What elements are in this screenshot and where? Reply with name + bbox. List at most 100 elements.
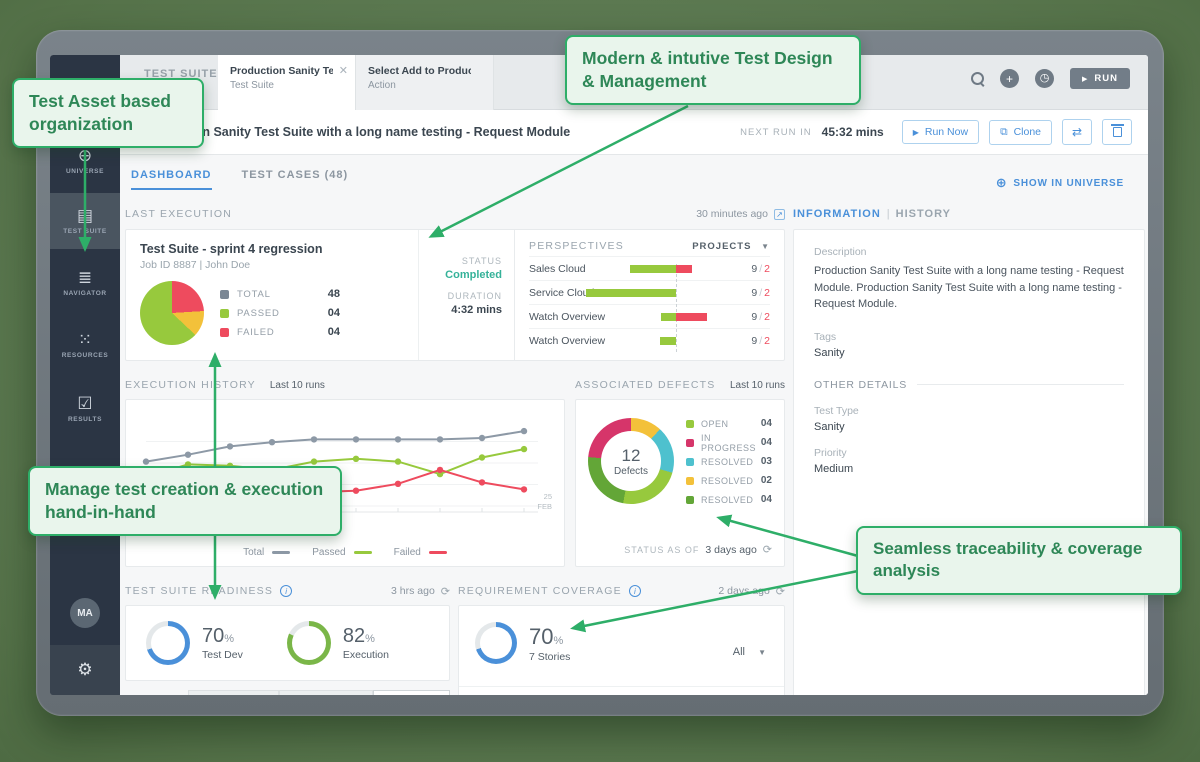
- readiness-card: 70% Test Dev 82% Execution: [125, 605, 450, 681]
- callout-manage-test: Manage test creation & execution hand-in…: [28, 466, 342, 537]
- tags-value: Sanity: [814, 346, 845, 359]
- refresh-icon[interactable]: ⟳: [441, 585, 450, 598]
- coverage-ring: [475, 622, 517, 664]
- perspective-row[interactable]: Sales Cloud 9/2: [529, 256, 770, 280]
- tab-subtitle: Test Suite: [230, 80, 274, 91]
- clock-icon[interactable]: ◷: [1035, 69, 1055, 88]
- tab-production-sanity[interactable]: Production Sanity Test S... Test Suite ✕: [218, 55, 356, 110]
- sidebar-item-label: RESULTS: [67, 416, 103, 423]
- perspective-row[interactable]: Service Cloud 9/2: [529, 280, 770, 304]
- status-as-of-value: 3 days ago: [705, 543, 757, 556]
- tab-dashboard[interactable]: DASHBOARD: [131, 169, 212, 190]
- clone-label: Clone: [1013, 126, 1041, 138]
- legend-value: 03: [760, 456, 772, 467]
- test-cases-button[interactable]: TEST CASES: [278, 690, 374, 695]
- clone-button[interactable]: ⧉ Clone: [989, 119, 1052, 145]
- separator: /: [759, 262, 763, 275]
- suite-title: Production Sanity Test Suite with a long…: [144, 125, 571, 139]
- delete-button[interactable]: [1102, 119, 1132, 145]
- perspective-row[interactable]: Watch Overview 9/2: [529, 304, 770, 328]
- left-column: LAST EXECUTION 30 minutes ago ↗ Test Sui…: [125, 203, 785, 695]
- recurring-run-button[interactable]: ⇄: [1062, 119, 1092, 145]
- resources-grid-icon: ⁙: [77, 330, 93, 349]
- sidebar-item-resources[interactable]: ⁙ RESOURCES: [50, 323, 120, 367]
- separator: /: [759, 334, 763, 347]
- info-icon[interactable]: i: [628, 585, 641, 597]
- scenarios-button[interactable]: SCENARIOS: [187, 690, 279, 695]
- legend-item: OPEN 04: [686, 414, 772, 433]
- refresh-icon[interactable]: ⟳: [776, 585, 785, 598]
- perspective-name: Sales Cloud: [529, 262, 586, 275]
- legend-item: Failed: [394, 547, 447, 558]
- external-link-icon[interactable]: ↗: [774, 208, 785, 220]
- failed-swatch: [220, 327, 229, 337]
- resolved-swatch: [686, 495, 694, 504]
- passed-swatch: [220, 308, 229, 318]
- run-now-label: Run Now: [924, 126, 969, 138]
- associated-defects-section-label: ASSOCIATED DEFECTS: [575, 379, 716, 391]
- run-now-button[interactable]: ▶ Run Now: [901, 120, 980, 144]
- x-axis-end-label: 25 FEB: [537, 492, 552, 511]
- run-button[interactable]: ▶ RUN: [1070, 68, 1130, 89]
- perspective-bars: [586, 285, 716, 301]
- sidebar-item-navigator[interactable]: ≣ NAVIGATOR: [50, 261, 120, 305]
- callout-traceability: Seamless traceability & coverage analysi…: [856, 526, 1182, 595]
- passed-bar: [661, 312, 677, 321]
- tab-subtitle: Action: [368, 80, 396, 91]
- total-swatch: [220, 289, 229, 299]
- sidebar-item-test-suite[interactable]: ▤ TEST SUITE: [50, 193, 120, 249]
- execution-gauge: 82% Execution: [286, 621, 389, 665]
- failed-bar: [676, 264, 693, 273]
- sidebar-item-results[interactable]: ☑ RESULTS: [50, 387, 120, 431]
- info-icon[interactable]: i: [280, 585, 293, 597]
- perspective-name: Watch Overview: [529, 334, 606, 347]
- in-progress-swatch: [686, 438, 694, 447]
- execution-ring: [286, 621, 331, 665]
- legend-label: PASSED: [237, 307, 280, 319]
- perspective-row[interactable]: Watch Overview 9/2: [529, 328, 770, 352]
- legend-item: FAILED 04: [220, 323, 340, 342]
- gauge-value: 70: [529, 623, 554, 649]
- failed-count: 2: [764, 286, 770, 299]
- chevron-down-icon: ▼: [758, 648, 766, 657]
- coverage-filter-dropdown[interactable]: All ▼: [733, 646, 766, 658]
- history-range: Last 10 runs: [269, 379, 325, 391]
- add-icon[interactable]: +: [1000, 69, 1020, 88]
- legend-value: 04: [760, 494, 772, 505]
- gauge-unit: %: [553, 634, 564, 647]
- last-execution-updated: 30 minutes ago: [696, 208, 768, 220]
- show-in-universe-link[interactable]: ⊕ SHOW IN UNIVERSE: [996, 175, 1124, 191]
- settings-button[interactable]: ⚙: [50, 645, 120, 695]
- content-tabs: DASHBOARD TEST CASES (48): [131, 169, 348, 190]
- avatar[interactable]: MA: [70, 598, 100, 628]
- execution-history-section-label: EXECUTION HISTORY: [125, 379, 256, 391]
- tab-history[interactable]: HISTORY: [896, 208, 951, 220]
- requirement-coverage-card: 70% 7 Stories All ▼ STORY DEV STATUS: [458, 605, 785, 695]
- gauge-value: 82: [342, 625, 366, 647]
- priority-value: Medium: [814, 462, 854, 475]
- total-line-swatch: [272, 551, 291, 554]
- legend-item: PASSED 04: [220, 304, 340, 323]
- tab-information[interactable]: INFORMATION: [793, 208, 881, 220]
- execution-status: STATUS Completed DURATION 4:32 mins: [418, 230, 514, 360]
- defects-count: 12: [621, 445, 641, 465]
- execution-title: Test Suite - sprint 4 regression: [140, 242, 323, 256]
- resolved-swatch: [686, 457, 694, 466]
- legend-label: RESOLVED: [701, 494, 754, 505]
- history-legend: Total Passed Failed: [126, 547, 564, 558]
- gauge-label: Test Dev: [202, 649, 243, 661]
- actions-button[interactable]: ACTIONS: [373, 690, 450, 695]
- sidebar-item-label: NAVIGATOR: [63, 290, 107, 297]
- tab-select-add-to-product[interactable]: Select Add to Product Action: [356, 55, 494, 110]
- perspective-bars: [621, 261, 716, 277]
- projects-dropdown[interactable]: PROJECTS ▼: [692, 241, 770, 252]
- close-icon[interactable]: ✕: [339, 64, 348, 77]
- passed-bar: [586, 288, 677, 297]
- tab-test-cases[interactable]: TEST CASES (48): [242, 169, 349, 190]
- refresh-icon[interactable]: ⟳: [763, 543, 772, 556]
- search-icon[interactable]: [971, 72, 985, 85]
- loop-icon: ⇄: [1071, 125, 1083, 139]
- last-execution-card: Test Suite - sprint 4 regression Job ID …: [125, 229, 785, 361]
- info-panel: INFORMATION | HISTORY Description Produc…: [793, 203, 1145, 695]
- legend-label: RESOLVED: [701, 475, 754, 486]
